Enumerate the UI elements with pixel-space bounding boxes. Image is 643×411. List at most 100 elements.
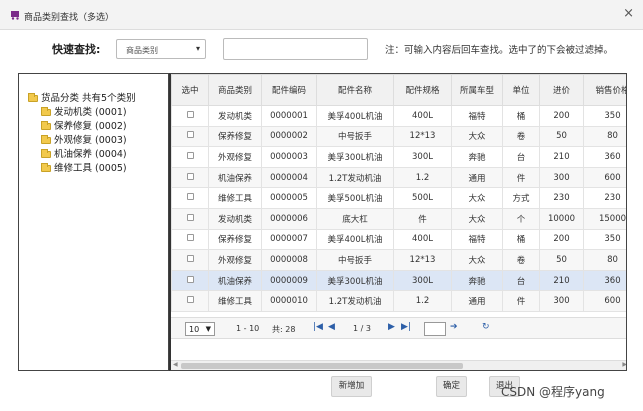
table-cell: 台 [502,269,540,292]
table-cell: 80 [583,249,626,271]
row-checkbox-cell[interactable] [171,249,209,271]
table-row[interactable]: 发动机类 0000001 美孚400L机油 400L 福特桶 200 350 [171,105,626,127]
table-cell: 12*13 [393,125,452,148]
table-row[interactable]: 发动机类 0000006 底大杠件大众个 10000 15000 [171,207,626,230]
table-row[interactable]: 机油保养 0000009 美孚300L机油 300L 奔驰台 210 360 [171,269,626,292]
tree-node-tools[interactable]: 维修工具 (0005) [41,160,127,174]
table-cell: 210 [539,146,584,168]
table-cell: 奔驰 [451,146,503,168]
table-cell: 美孚400L机油 [316,228,394,251]
search-input[interactable] [223,38,368,60]
tree-node-engine[interactable]: 发动机类 (0001) [41,104,127,118]
row-checkbox[interactable] [186,131,194,139]
row-checkbox-cell[interactable] [171,146,209,168]
ok-button[interactable]: 确定 [436,376,467,397]
table-row[interactable]: 外观修复 0000003 美孚300L机油 300L 奔驰台 210 360 [171,146,626,168]
title-bar: 商品类别查找（多选） × [0,0,643,30]
row-checkbox-cell[interactable] [171,125,209,148]
page-number-input[interactable] [424,322,446,336]
row-checkbox[interactable] [186,296,194,304]
horizontal-scrollbar[interactable]: ◀ ▶ [171,360,626,370]
parts-grid: 选中 商品类别 配件编码 配件名称 配件规格 所属车型 单位 进价 销售价格 发动机类 00000… [169,73,627,371]
row-checkbox[interactable] [186,275,194,283]
category-tree: 货品分类 共有5个类别 发动机类 (0001) 保养修复 (0002) 外观修复… [18,73,169,371]
column-header[interactable]: 配件名称 [316,74,394,106]
column-header[interactable]: 配件编码 [261,74,317,106]
scroll-left-icon[interactable]: ◀ [173,361,178,368]
table-cell: 1.2T发动机油 [316,290,394,312]
folder-icon [41,121,51,130]
column-header[interactable]: 所属车型 [451,74,503,106]
table-cell: 0000001 [261,105,317,127]
row-checkbox[interactable] [186,254,194,262]
table-cell: 0000009 [261,269,317,292]
row-checkbox[interactable] [186,110,194,118]
row-checkbox-cell[interactable] [171,228,209,251]
table-cell: 通用 [451,290,503,312]
row-checkbox[interactable] [186,213,194,221]
table-row[interactable]: 维修工具 0000010 1.2T发动机油 1.2 通用件 300 600 [171,290,626,312]
table-cell: 桶 [502,228,540,251]
close-icon[interactable]: × [623,7,634,20]
first-page-icon[interactable]: |◀ [313,322,323,332]
table-cell: 福特 [451,228,503,251]
page-size-value: 10 [189,325,200,334]
tree-node-oil[interactable]: 机油保养 (0004) [41,146,127,160]
row-checkbox[interactable] [186,193,194,201]
row-checkbox-cell[interactable] [171,105,209,127]
add-button[interactable]: 新增加 [331,376,372,397]
scrollbar-thumb[interactable] [181,363,463,369]
tree-node-label: 发动机类 (0001) [54,107,127,118]
row-checkbox-cell[interactable] [171,269,209,292]
column-header[interactable]: 销售价格 [583,74,626,106]
folder-icon [41,163,51,172]
row-checkbox-cell[interactable] [171,290,209,312]
table-cell: 0000007 [261,228,317,251]
table-cell: 230 [583,187,626,209]
row-checkbox[interactable] [186,234,194,242]
table-row[interactable]: 维修工具 0000005 美孚500L机油 500L 大众 方式 230 230 [171,187,626,209]
tree-root[interactable]: 货品分类 共有5个类别 [28,90,136,104]
column-header[interactable]: 商品类别 [208,74,262,106]
go-page-icon[interactable]: ➔ [450,322,458,332]
last-page-icon[interactable]: ▶| [401,322,411,332]
table-row[interactable]: 保养修复 0000007 美孚400L机油 400L 福特桶 200 350 [171,228,626,251]
tree-node-exterior[interactable]: 外观修复 (0003) [41,132,127,146]
row-checkbox-cell[interactable] [171,207,209,230]
refresh-icon[interactable]: ↻ [482,322,490,332]
folder-icon [28,93,38,102]
row-checkbox[interactable] [186,151,194,159]
tree-node-maintenance[interactable]: 保养修复 (0002) [41,118,127,132]
next-page-icon[interactable]: ▶ [388,322,395,332]
table-cell: 360 [583,146,626,168]
scroll-right-icon[interactable]: ▶ [622,361,626,368]
table-cell: 400L [393,228,452,251]
prev-page-icon[interactable]: ◀ [328,322,335,332]
table-row[interactable]: 保养修复 0000002 中号扳手 12*13 大众卷 50 80 [171,125,626,148]
table-cell: 发动机类 [208,105,262,127]
column-header[interactable]: 选中 [171,74,209,106]
table-cell: 维修工具 [208,290,262,312]
total-count: 共: 28 [272,325,296,334]
tree-node-label: 外观修复 (0003) [54,135,127,146]
row-checkbox[interactable] [186,172,194,180]
page-size-select[interactable]: 10 ▼ [185,322,215,336]
row-checkbox-cell[interactable] [171,166,209,189]
category-search-dialog: 商品类别查找（多选） × 快速查找: 商品类别 ▾ 注：可输入内容后回车查找。选… [0,0,643,411]
table-cell: 外观修复 [208,146,262,168]
table-cell: 12*13 [393,249,452,271]
table-cell: 0000010 [261,290,317,312]
table-cell: 奔驰 [451,269,503,292]
row-checkbox-cell[interactable] [171,187,209,209]
table-cell: 350 [583,228,626,251]
search-field-select[interactable]: 商品类别 ▾ [116,39,206,59]
table-cell: 大众 [451,125,503,148]
table-row[interactable]: 机油保养 0000004 1.2T发动机油 1.2 通用件 300 600 [171,166,626,189]
chevron-down-icon: ▾ [195,44,200,53]
column-header[interactable]: 配件规格 [393,74,452,106]
column-header[interactable]: 进价 [539,74,584,106]
table-row[interactable]: 外观修复 0000008 中号扳手 12*13 大众卷 50 80 [171,249,626,271]
table-cell: 210 [539,269,584,292]
column-header[interactable]: 单位 [502,74,540,106]
table-cell: 360 [583,269,626,292]
